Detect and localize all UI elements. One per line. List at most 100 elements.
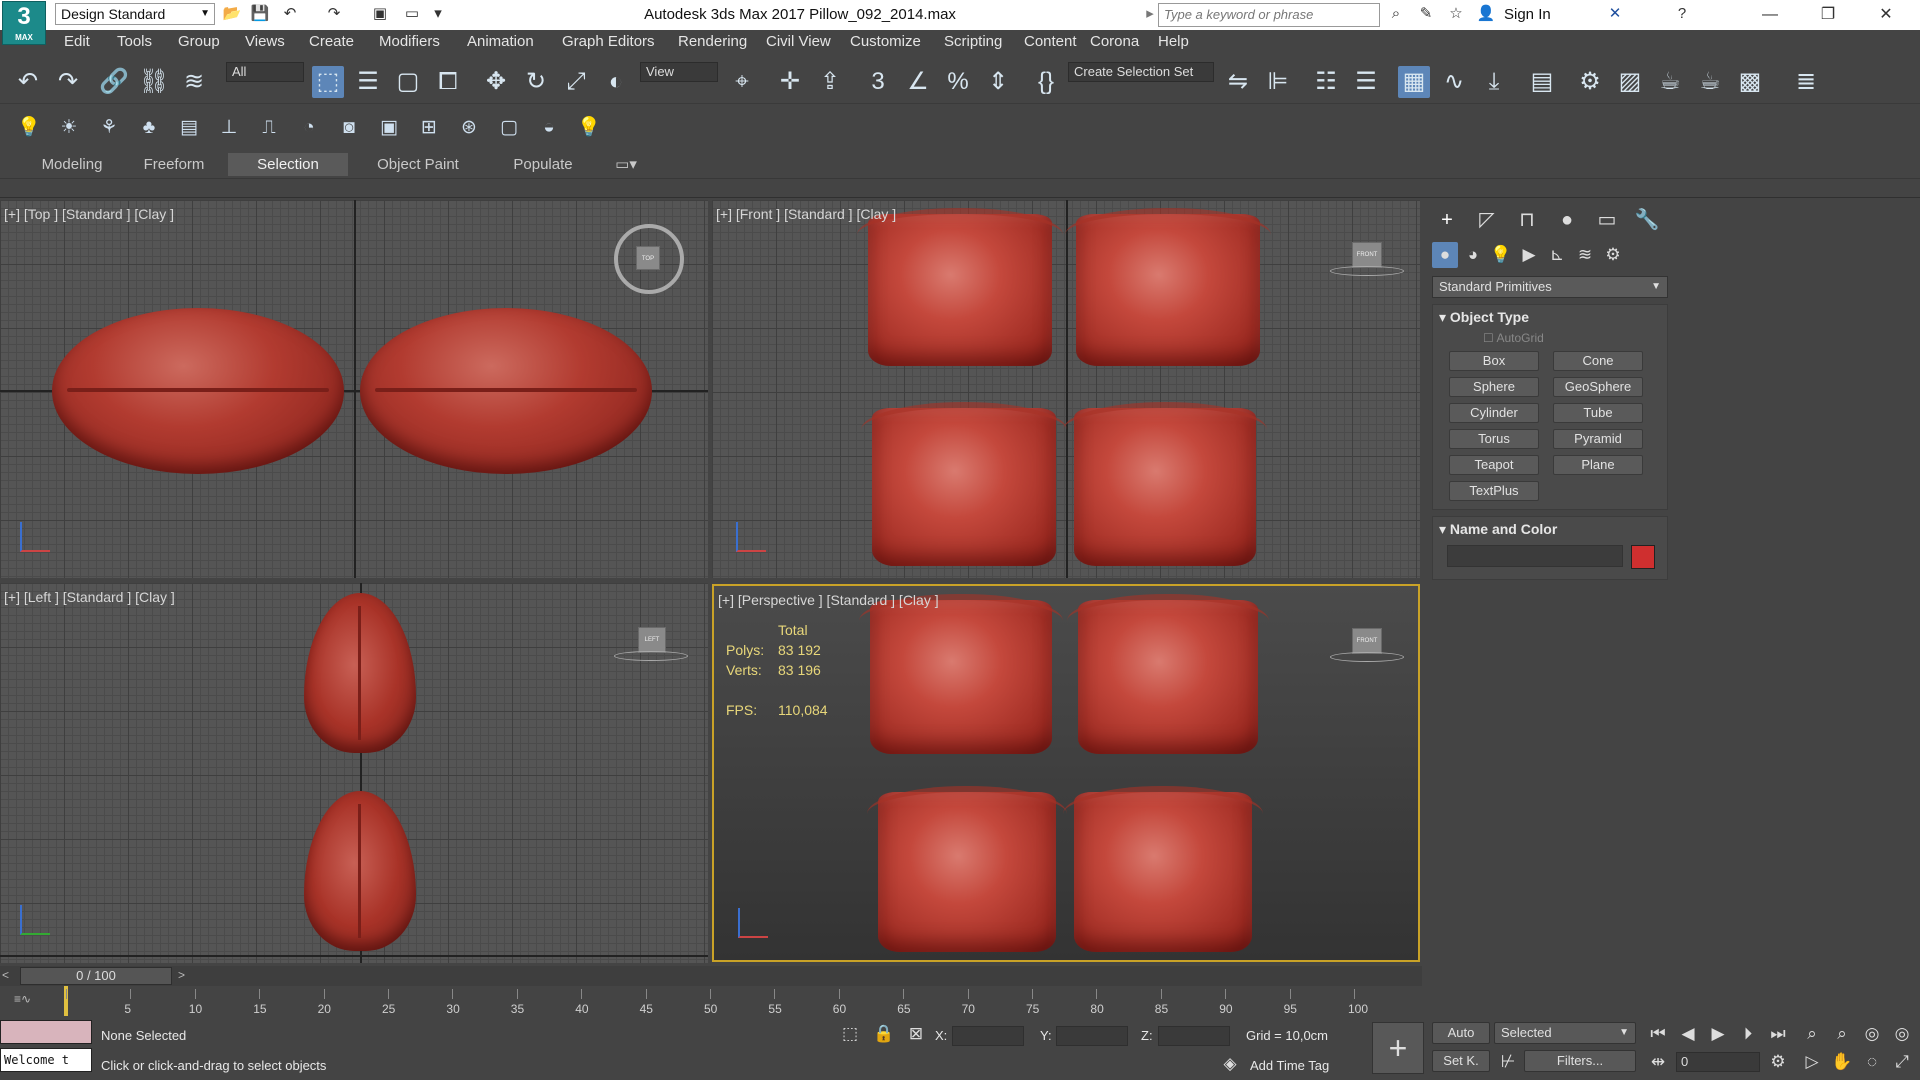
layer-explorer-icon[interactable]: ☷: [1310, 66, 1342, 98]
spinner-snap-icon[interactable]: ⇕: [982, 66, 1014, 98]
time-slider[interactable]: < 0 / 100 >: [0, 966, 1422, 986]
viewport-perspective[interactable]: [+] [Perspective ] [Standard ] [Clay ] T…: [712, 584, 1420, 962]
key-mode-dropdown[interactable]: Selected ▼: [1494, 1022, 1636, 1044]
cone-button[interactable]: Cone: [1553, 351, 1643, 371]
menu-create[interactable]: Create: [309, 30, 354, 54]
menu-civil-view[interactable]: Civil View: [766, 30, 831, 54]
customize-qat-icon[interactable]: ▾: [428, 4, 448, 24]
pillow-persp-2[interactable]: [1067, 593, 1269, 754]
set-key-big-icon[interactable]: +: [1372, 1022, 1424, 1074]
viewcube-compass[interactable]: TOP: [614, 224, 684, 294]
exchange-apps-icon[interactable]: ✕: [1605, 4, 1625, 24]
hierarchy-tab-icon[interactable]: ⊓: [1512, 206, 1542, 234]
layers-icon[interactable]: ≣: [1790, 66, 1822, 98]
menu-scripting[interactable]: Scripting: [944, 30, 1002, 54]
infocenter-arrow-icon[interactable]: ▸: [1140, 4, 1160, 24]
binoculars-icon[interactable]: ⌕: [1386, 4, 1406, 24]
time-tag-icon[interactable]: ◈: [1218, 1052, 1242, 1076]
pivot-center-icon[interactable]: ⌖: [726, 66, 758, 98]
orbit-icon[interactable]: ◌: [1860, 1050, 1884, 1074]
workspace-dropdown[interactable]: Design Standard ▼: [55, 3, 215, 25]
menu-graph-editors[interactable]: Graph Editors: [562, 30, 655, 54]
region-icon[interactable]: ▢: [496, 115, 522, 141]
angle-snap-icon[interactable]: ∠: [902, 66, 934, 98]
interactive-icon[interactable]: ▣: [376, 115, 402, 141]
create-tab-icon[interactable]: +: [1432, 206, 1462, 234]
viewcube-ring[interactable]: [614, 651, 688, 661]
sphere-button[interactable]: Sphere: [1449, 377, 1539, 397]
menu-customize[interactable]: Customize: [850, 30, 921, 54]
lights-icon[interactable]: 💡: [1488, 242, 1514, 268]
box-button[interactable]: Box: [1449, 351, 1539, 371]
viewport-label[interactable]: [+] [Front ] [Standard ] [Clay ]: [716, 206, 896, 222]
tab-object-paint[interactable]: Object Paint: [356, 153, 480, 176]
z-coordinate-field[interactable]: [1158, 1026, 1230, 1046]
viewcube[interactable]: FRONT: [1352, 628, 1382, 654]
utilities-tab-icon[interactable]: 🔧: [1632, 206, 1662, 234]
render-settings-icon[interactable]: ◔: [296, 115, 322, 141]
camera-mod-icon[interactable]: ⎍: [256, 115, 282, 141]
light-icon[interactable]: 💡: [16, 115, 42, 141]
bind-space-warp-icon[interactable]: ≋: [178, 66, 210, 98]
render-iterative-icon[interactable]: ☕: [1694, 66, 1726, 98]
zoom-icon[interactable]: ⌕: [1800, 1022, 1824, 1046]
named-selection-dropdown[interactable]: Create Selection Set: [1068, 62, 1214, 82]
pillow-top-1[interactable]: [52, 308, 344, 474]
window-crossing-icon[interactable]: ⧠: [432, 66, 464, 98]
viewcube[interactable]: FRONT: [1352, 242, 1382, 268]
subscription-icon[interactable]: ✎: [1416, 4, 1436, 24]
displace-icon[interactable]: ◒: [536, 115, 562, 141]
viewcube-ring[interactable]: [1330, 652, 1404, 662]
keyboard-shortcut-override-icon[interactable]: ⇪: [814, 66, 846, 98]
material-editor-icon[interactable]: ▤: [1526, 66, 1558, 98]
pass-icon[interactable]: ⊞: [416, 115, 442, 141]
scatter-icon[interactable]: ♣: [136, 115, 162, 141]
scene-explorer-icon[interactable]: ▦: [1398, 66, 1430, 98]
align-icon[interactable]: ⊫: [1262, 66, 1294, 98]
x-coordinate-field[interactable]: [952, 1026, 1024, 1046]
rollout-title[interactable]: ▾ Name and Color: [1439, 521, 1557, 538]
tab-selection[interactable]: Selection: [228, 153, 348, 176]
close-window-button[interactable]: ✕: [1858, 0, 1914, 30]
go-to-end-icon[interactable]: ⏭: [1766, 1022, 1790, 1046]
rotate-icon[interactable]: ↻: [520, 66, 552, 98]
selection-filter-dropdown[interactable]: All: [226, 62, 304, 82]
object-name-field[interactable]: [1447, 545, 1623, 567]
pyramid-button[interactable]: Pyramid: [1553, 429, 1643, 449]
menu-modifiers[interactable]: Modifiers: [379, 30, 440, 54]
redo-icon[interactable]: ↷: [52, 66, 84, 98]
redo-icon[interactable]: ↷: [324, 4, 344, 24]
y-coordinate-field[interactable]: [1056, 1026, 1128, 1046]
set-key-button[interactable]: Set K.: [1432, 1050, 1490, 1072]
viewport-label[interactable]: [+] [Top ] [Standard ] [Clay ]: [4, 206, 174, 222]
textplus-button[interactable]: TextPlus: [1449, 481, 1539, 501]
geometry-icon[interactable]: ●: [1432, 242, 1458, 268]
key-filters-button[interactable]: Filters...: [1524, 1050, 1636, 1072]
viewport-label[interactable]: [+] [Perspective ] [Standard ] [Clay ]: [718, 592, 939, 608]
primitive-category-dropdown[interactable]: Standard Primitives ▼: [1432, 276, 1668, 298]
select-by-name-icon[interactable]: ☰: [352, 66, 384, 98]
search-input[interactable]: Type a keyword or phrase: [1158, 3, 1380, 27]
tab-populate[interactable]: Populate: [488, 153, 598, 176]
scale-icon[interactable]: ⤢: [560, 66, 592, 98]
undo-icon[interactable]: ↶: [280, 4, 300, 24]
pillow-top-2[interactable]: [360, 308, 652, 474]
converter-icon[interactable]: ▤: [176, 115, 202, 141]
shapes-icon[interactable]: ◕: [1460, 242, 1486, 268]
pillow-front-4[interactable]: [1063, 401, 1267, 566]
key-filters-icon[interactable]: ⊬: [1496, 1050, 1520, 1074]
render-setup-icon[interactable]: ⚙: [1574, 66, 1606, 98]
cameras-icon[interactable]: ▶: [1516, 242, 1542, 268]
viewport-label[interactable]: [+] [Left ] [Standard ] [Clay ]: [4, 589, 175, 605]
current-frame-field[interactable]: 0: [1676, 1052, 1760, 1072]
move-icon[interactable]: ✥: [480, 66, 512, 98]
absolute-mode-icon[interactable]: ⊠: [904, 1022, 928, 1046]
edit-named-selection-icon[interactable]: {}: [1030, 66, 1062, 98]
menu-content[interactable]: Content: [1024, 30, 1077, 54]
mirror-icon[interactable]: ⇋: [1222, 66, 1254, 98]
workspace-menu-icon[interactable]: ▭: [402, 4, 422, 24]
space-warps-icon[interactable]: ≋: [1572, 242, 1598, 268]
tab-modeling[interactable]: Modeling: [22, 153, 122, 176]
open-file-icon[interactable]: 📂: [222, 4, 242, 24]
previous-frame-icon[interactable]: ◀: [1676, 1022, 1700, 1046]
